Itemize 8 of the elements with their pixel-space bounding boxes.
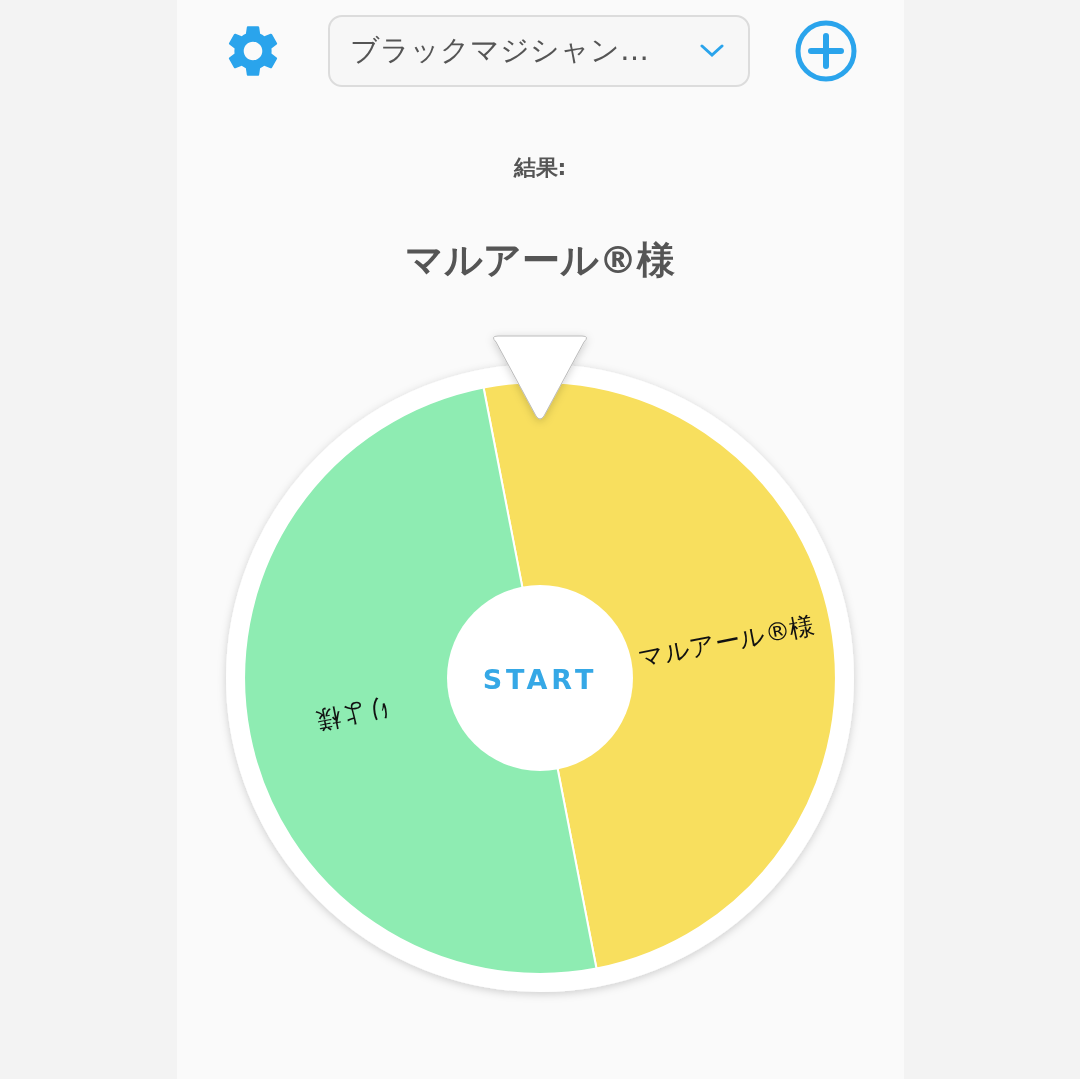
segment-label: りよ様 bbox=[312, 692, 395, 736]
wheel-select[interactable]: ブラックマジシャン… bbox=[328, 15, 750, 87]
pointer-icon bbox=[492, 335, 588, 420]
chevron-down-icon bbox=[700, 44, 724, 58]
segment-label: マルアール®様 bbox=[635, 610, 818, 674]
result-label: 結果: bbox=[513, 154, 567, 182]
add-icon[interactable] bbox=[794, 19, 858, 83]
result-value: マルアール®様 bbox=[405, 237, 675, 284]
